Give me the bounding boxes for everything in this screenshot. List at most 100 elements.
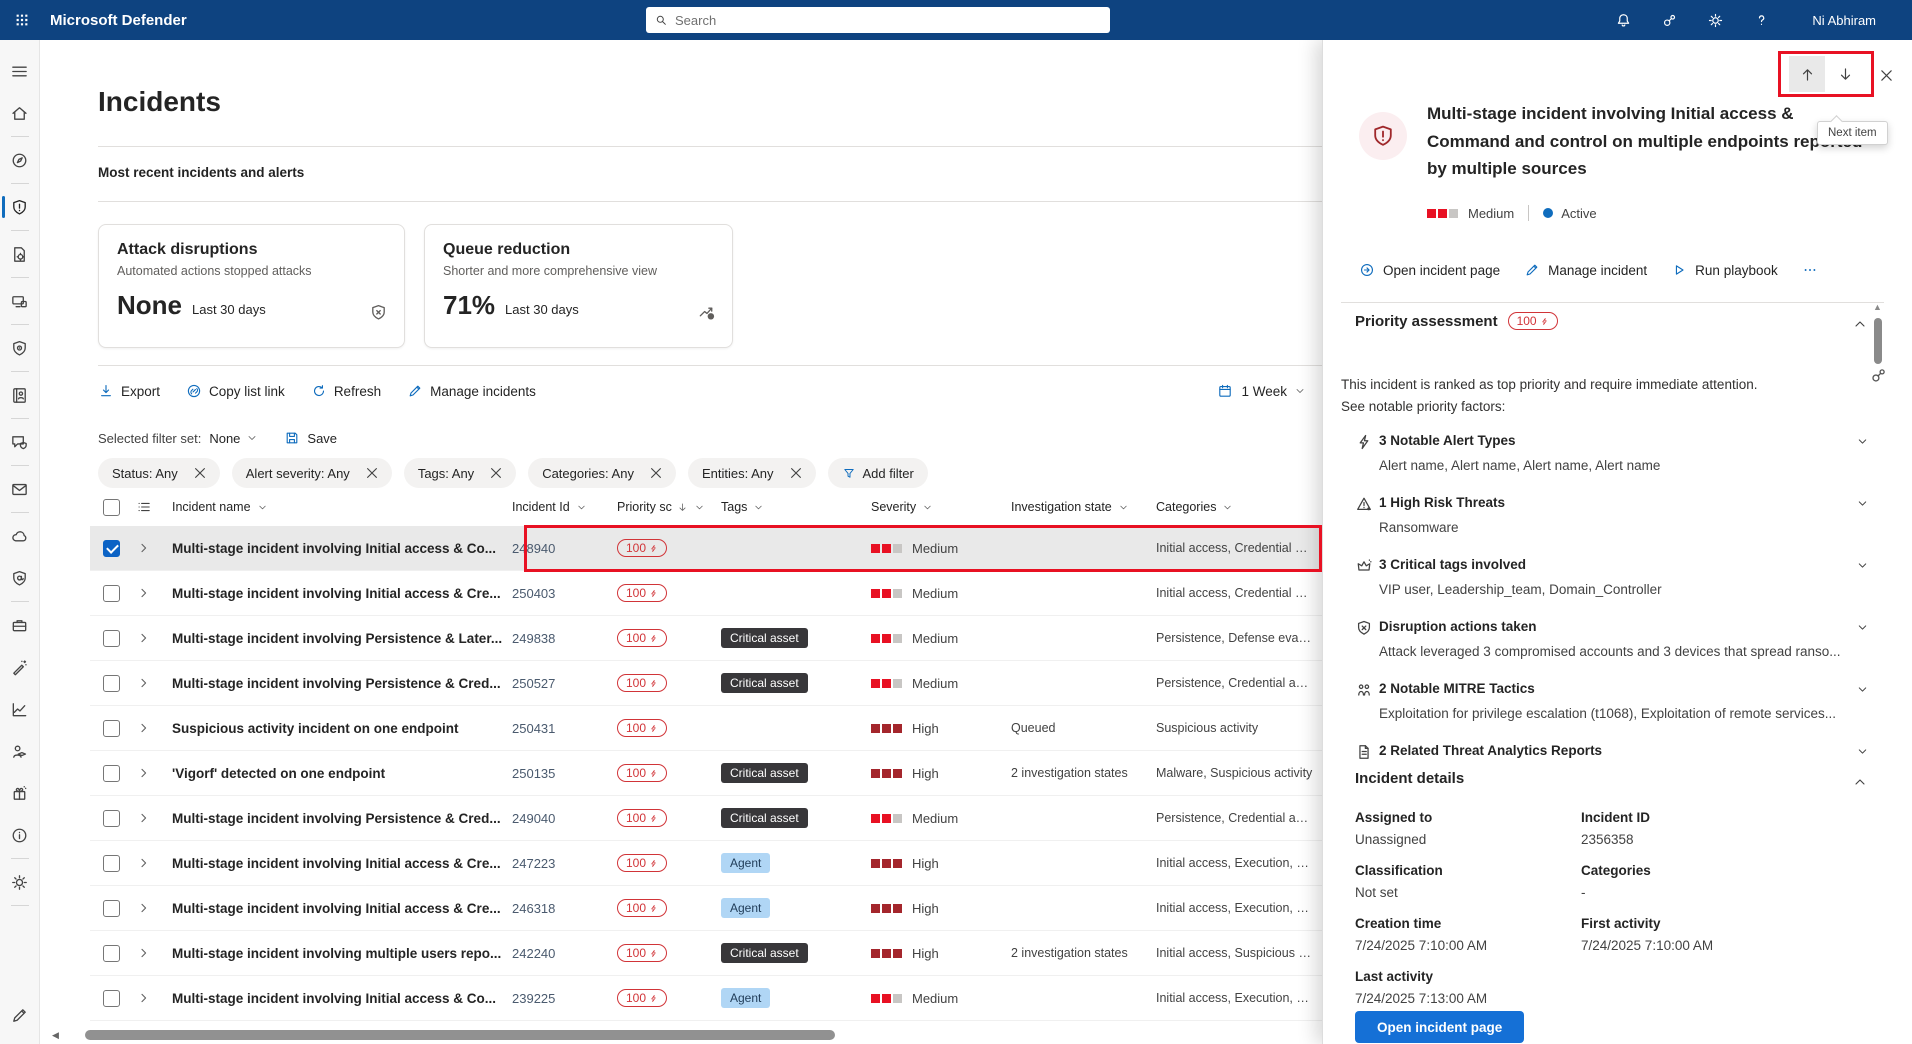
export-button[interactable]: Export: [98, 383, 160, 399]
remove-filter-icon[interactable]: [788, 465, 804, 481]
column-header-incident-id[interactable]: Incident Id: [512, 500, 617, 514]
vertical-scrollbar-thumb[interactable]: [1874, 318, 1882, 364]
sidebar-item-cloud-apps[interactable]: [0, 515, 40, 557]
settings-button[interactable]: [1692, 0, 1738, 40]
scroll-up-arrow[interactable]: ▲: [1873, 302, 1882, 312]
row-checkbox[interactable]: [103, 900, 120, 917]
filter-set-dropdown[interactable]: None: [209, 431, 258, 446]
incident-row[interactable]: Multi-stage incident involving Initial a…: [90, 526, 1322, 571]
incident-row[interactable]: Multi-stage incident involving Initial a…: [90, 976, 1322, 1021]
row-checkbox[interactable]: [103, 585, 120, 602]
incident-name[interactable]: Multi-stage incident involving Persisten…: [172, 796, 512, 841]
sidebar-item-feedback[interactable]: [0, 994, 40, 1036]
expand-factor-chevron-icon[interactable]: [1856, 435, 1869, 448]
horizontal-scrollbar[interactable]: ◀: [40, 1028, 1322, 1044]
remove-filter-icon[interactable]: [648, 465, 664, 481]
next-item-button[interactable]: [1827, 56, 1863, 92]
row-checkbox[interactable]: [103, 765, 120, 782]
expand-row-icon[interactable]: [136, 855, 152, 871]
expand-row-icon[interactable]: [136, 540, 152, 556]
incident-name[interactable]: Multi-stage incident involving Initial a…: [172, 976, 512, 1021]
incident-name[interactable]: Multi-stage incident involving Initial a…: [172, 886, 512, 931]
column-header-severity[interactable]: Severity: [871, 500, 1011, 514]
sidebar-item-threat-protection[interactable]: [0, 327, 40, 369]
row-checkbox[interactable]: [103, 540, 120, 557]
row-checkbox[interactable]: [103, 630, 120, 647]
manage-incidents-button[interactable]: Manage incidents: [407, 383, 536, 399]
attack-disruptions-card[interactable]: Attack disruptions Automated actions sto…: [98, 224, 405, 348]
sidebar-item-exposure-management[interactable]: [0, 139, 40, 181]
collapse-details-chevron-icon[interactable]: [1852, 774, 1868, 790]
expand-row-icon[interactable]: [136, 990, 152, 1006]
sidebar-item-email[interactable]: [0, 468, 40, 510]
row-checkbox[interactable]: [103, 720, 120, 737]
incident-name[interactable]: Multi-stage incident involving Initial a…: [172, 841, 512, 886]
row-checkbox[interactable]: [103, 990, 120, 1007]
user-name[interactable]: Ni Abhiram: [1812, 13, 1876, 28]
row-checkbox[interactable]: [103, 945, 120, 962]
close-panel-button[interactable]: [1871, 60, 1901, 90]
scroll-left-arrow[interactable]: ◀: [52, 1030, 59, 1041]
sidebar-item-hunting[interactable]: [0, 646, 40, 688]
open-incident-page-link[interactable]: Open incident page: [1359, 262, 1500, 278]
sidebar-item-incidents[interactable]: [0, 186, 40, 228]
filter-chip[interactable]: Entities: Any: [688, 458, 816, 488]
row-checkbox[interactable]: [103, 855, 120, 872]
add-filter-button[interactable]: Add filter: [828, 458, 928, 488]
expand-row-icon[interactable]: [136, 675, 152, 691]
filter-chip[interactable]: Tags: Any: [404, 458, 516, 488]
sidebar-item-home[interactable]: [0, 92, 40, 134]
refresh-button[interactable]: Refresh: [311, 383, 381, 399]
incident-row[interactable]: Multi-stage incident involving Initial a…: [90, 571, 1322, 616]
expand-row-icon[interactable]: [136, 630, 152, 646]
collapse-priority-chevron-icon[interactable]: [1852, 316, 1868, 332]
select-all-checkbox[interactable]: [103, 499, 120, 516]
sidebar-item-identities[interactable]: [0, 374, 40, 416]
expand-factor-chevron-icon[interactable]: [1856, 559, 1869, 572]
more-actions-button[interactable]: [1802, 262, 1826, 278]
incident-row[interactable]: Multi-stage incident involving Persisten…: [90, 796, 1322, 841]
incident-name[interactable]: 'Vigorf' detected on one endpoint: [172, 751, 512, 796]
remove-filter-icon[interactable]: [192, 465, 208, 481]
incident-name[interactable]: Multi-stage incident involving multiple …: [172, 931, 512, 976]
expand-row-icon[interactable]: [136, 585, 152, 601]
column-header-tags[interactable]: Tags: [721, 500, 871, 514]
incident-row[interactable]: Multi-stage incident involving Initial a…: [90, 841, 1322, 886]
app-launcher-button[interactable]: [0, 0, 44, 40]
manage-incident-link[interactable]: Manage incident: [1524, 262, 1647, 278]
incident-row[interactable]: Multi-stage incident involving Persisten…: [90, 616, 1322, 661]
sidebar-item-secure-collaboration[interactable]: [0, 421, 40, 463]
row-checkbox[interactable]: [103, 810, 120, 827]
copilot-icon[interactable]: [1869, 366, 1888, 390]
expand-factor-chevron-icon[interactable]: [1856, 621, 1869, 634]
queue-reduction-card[interactable]: Queue reduction Shorter and more compreh…: [424, 224, 733, 348]
expand-row-icon[interactable]: [136, 810, 152, 826]
sidebar-item-reports[interactable]: [0, 688, 40, 730]
sidebar-item-trials[interactable]: [0, 772, 40, 814]
sidebar-item-app-governance[interactable]: [0, 557, 40, 599]
expand-factor-chevron-icon[interactable]: [1856, 683, 1869, 696]
horizontal-scrollbar-thumb[interactable]: [85, 1030, 835, 1040]
sidebar-item-menu[interactable]: [0, 50, 40, 92]
remove-filter-icon[interactable]: [488, 465, 504, 481]
expand-row-icon[interactable]: [136, 720, 152, 736]
incident-row[interactable]: Multi-stage incident involving Persisten…: [90, 661, 1322, 706]
remove-filter-icon[interactable]: [364, 465, 380, 481]
column-header-investigation-state[interactable]: Investigation state: [1011, 500, 1156, 514]
save-filter-button[interactable]: Save: [284, 430, 337, 446]
help-button[interactable]: [1738, 0, 1784, 40]
column-header-incident-name[interactable]: Incident name: [172, 500, 512, 514]
sidebar-item-settings[interactable]: [0, 861, 40, 903]
expand-row-icon[interactable]: [136, 900, 152, 916]
view-options-button[interactable]: [136, 499, 172, 515]
expand-factor-chevron-icon[interactable]: [1856, 497, 1869, 510]
incident-name[interactable]: Multi-stage incident involving Persisten…: [172, 616, 512, 661]
incident-row[interactable]: Multi-stage incident involving multiple …: [90, 931, 1322, 976]
incident-row[interactable]: Suspicious activity incident on one endp…: [90, 706, 1322, 751]
sidebar-item-assets[interactable]: [0, 604, 40, 646]
filter-chip[interactable]: Alert severity: Any: [232, 458, 392, 488]
incident-name[interactable]: Multi-stage incident involving Persisten…: [172, 661, 512, 706]
sidebar-item-learning-hub[interactable]: [0, 730, 40, 772]
run-playbook-link[interactable]: Run playbook: [1671, 262, 1778, 278]
incident-name[interactable]: Suspicious activity incident on one endp…: [172, 706, 512, 751]
